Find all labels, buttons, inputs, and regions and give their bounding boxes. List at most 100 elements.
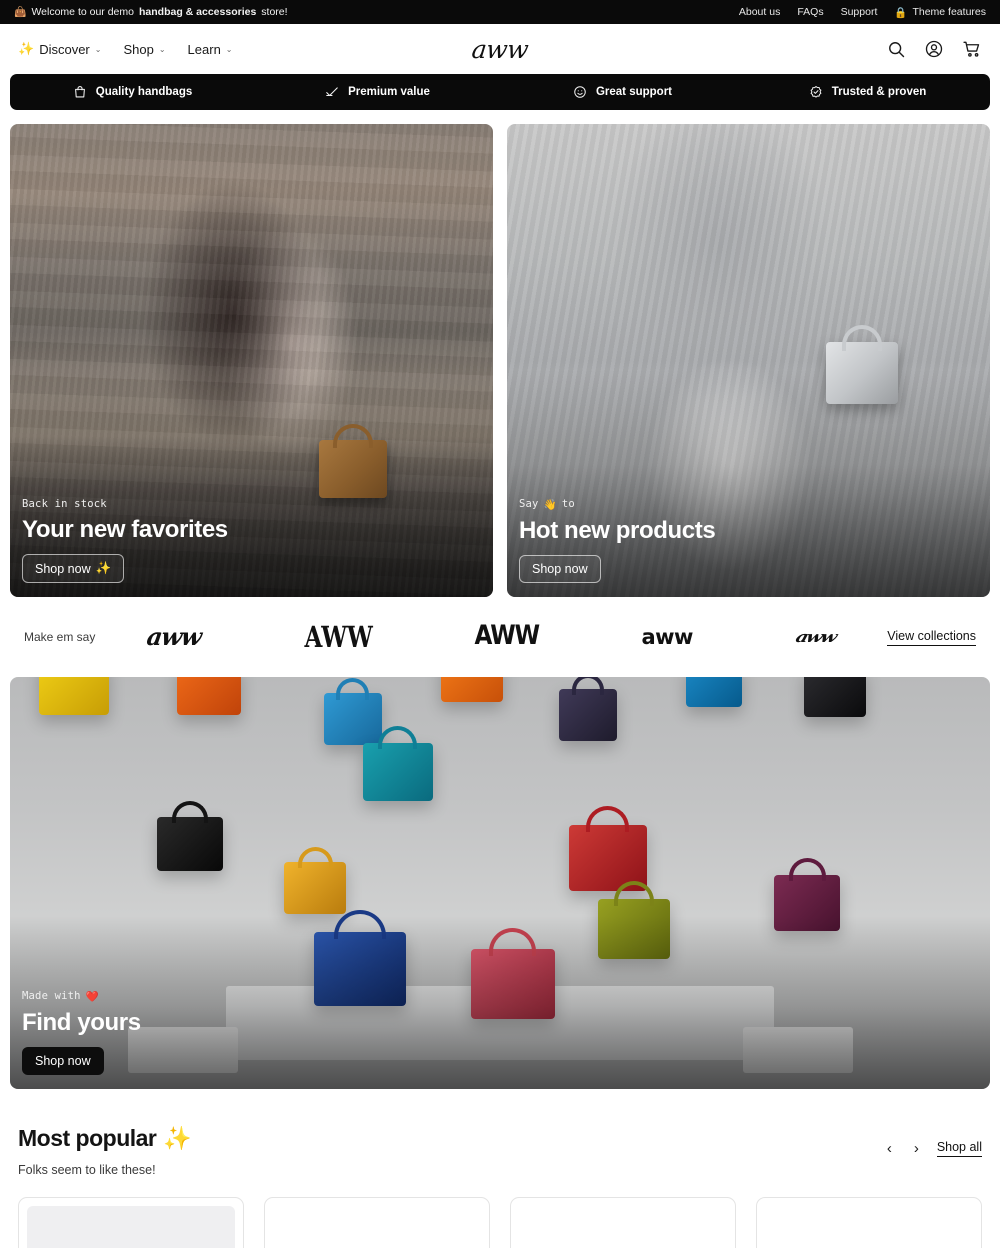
header-actions <box>886 39 982 59</box>
section-subtitle: Folks seem to like these! <box>18 1163 156 1177</box>
banner-title: Find yours <box>22 1008 141 1036</box>
nav-item-learn[interactable]: Learn ⌄ <box>188 42 233 57</box>
banner-content: Made with ❤️ Find yours Shop now <box>22 990 141 1075</box>
hero-cta-label: Shop now <box>532 562 588 576</box>
banner-gradient-overlay <box>10 677 990 1089</box>
heart-icon: ❤️ <box>85 990 99 1003</box>
feature-trusted-proven: Trusted & proven <box>745 85 990 99</box>
chevron-down-icon: ⌄ <box>225 45 233 54</box>
hero-title: Hot new products <box>519 516 716 544</box>
handbag-icon: 👜 <box>14 6 27 18</box>
carousel-controls: ‹ › Shop all <box>883 1125 982 1158</box>
banner-cta-label: Shop now <box>35 1054 91 1068</box>
announcement-links: About us FAQs Support 🔒 Theme features <box>739 6 986 19</box>
announcement-text-after: store! <box>261 6 288 18</box>
link-support[interactable]: Support <box>841 6 878 18</box>
hero-card-hot-new-products[interactable]: Say 👋 to Hot new products Shop now <box>507 124 990 597</box>
features-bar: Quality handbags Premium value Great sup… <box>10 74 990 110</box>
hero-eyebrow-pre: Say <box>519 498 539 511</box>
nav-label-shop: Shop <box>123 41 154 57</box>
marquee-wordmark: aww <box>794 627 839 646</box>
marquee-wordmark: AWW <box>304 620 373 654</box>
site-header: ✨ Discover ⌄ Shop ⌄ Learn ⌄ aww <box>0 24 1000 74</box>
most-popular-header: Most popular ✨ Folks seem to like these!… <box>0 1089 1000 1177</box>
marquee-wordmark: AWW <box>474 621 541 652</box>
most-popular-titles: Most popular ✨ Folks seem to like these! <box>18 1125 883 1177</box>
chevron-down-icon: ⌄ <box>158 45 166 54</box>
product-card[interactable] <box>756 1197 982 1248</box>
hero-card-your-new-favorites[interactable]: Back in stock Your new favorites Shop no… <box>10 124 493 597</box>
announcement-message: 👜 Welcome to our demo handbag & accessor… <box>14 6 288 18</box>
banner-section: Made with ❤️ Find yours Shop now <box>0 677 1000 1089</box>
link-faqs[interactable]: FAQs <box>797 6 823 18</box>
chevron-down-icon: ⌄ <box>94 45 102 54</box>
badge-check-icon <box>810 86 822 98</box>
hero-title: Your new favorites <box>22 515 228 543</box>
feature-premium-value: Premium value <box>255 85 500 99</box>
hero-eyebrow-post: to <box>561 498 575 511</box>
nav-label-learn: Learn <box>187 41 221 57</box>
product-card[interactable] <box>264 1197 490 1248</box>
marquee-wordmark: aww <box>145 622 204 651</box>
account-icon[interactable] <box>924 39 944 59</box>
product-image <box>519 1206 727 1248</box>
product-card[interactable] <box>510 1197 736 1248</box>
hero-shop-now-button[interactable]: Shop now ✨ <box>22 554 125 583</box>
shopping-bag-icon <box>74 86 85 98</box>
carousel-next-button[interactable]: › <box>910 1139 923 1158</box>
product-card[interactable] <box>18 1197 244 1248</box>
hero-cards-row: Back in stock Your new favorites Shop no… <box>0 110 1000 597</box>
marquee-label: Make em say <box>24 630 96 644</box>
main-navigation: ✨ Discover ⌄ Shop ⌄ Learn ⌄ <box>18 41 233 57</box>
silver-handbag-graphic <box>826 324 899 404</box>
announcement-text-bold: handbag & accessories <box>138 6 257 18</box>
nav-label-discover: Discover <box>39 41 90 57</box>
brown-handbag-graphic <box>318 423 387 498</box>
lock-icon: 🔒 <box>894 6 908 19</box>
feature-quality-handbags: Quality handbags <box>10 85 255 99</box>
announcement-bar: 👜 Welcome to our demo handbag & accessor… <box>0 0 1000 24</box>
product-image <box>273 1206 481 1248</box>
sparkles-icon: ✨ <box>95 561 112 575</box>
link-about-us[interactable]: About us <box>739 6 780 18</box>
banner-shop-now-button[interactable]: Shop now <box>22 1047 104 1075</box>
banner-eyebrow: Made with ❤️ <box>22 990 141 1003</box>
smiley-icon <box>574 86 586 98</box>
theme-features-label: Theme features <box>912 6 986 18</box>
nav-item-shop[interactable]: Shop ⌄ <box>123 42 165 57</box>
announcement-text-before: Welcome to our demo <box>31 6 134 18</box>
feature-label: Trusted & proven <box>831 86 927 98</box>
carousel-prev-button[interactable]: ‹ <box>883 1139 896 1158</box>
sparkles-icon: ✨ <box>163 1125 192 1151</box>
product-image <box>27 1206 235 1248</box>
banner-eyebrow-pre: Made with <box>22 990 81 1003</box>
product-image <box>765 1206 973 1248</box>
hero-card-content: Back in stock Your new favorites Shop no… <box>22 498 228 583</box>
hero-shop-now-button[interactable]: Shop now <box>519 555 601 583</box>
cart-icon[interactable] <box>962 39 982 59</box>
site-logo[interactable]: aww <box>428 35 571 64</box>
feature-label: Premium value <box>348 86 430 98</box>
nav-item-discover[interactable]: ✨ Discover ⌄ <box>18 41 101 57</box>
feature-great-support: Great support <box>500 85 745 99</box>
hero-eyebrow: Back in stock <box>22 498 228 510</box>
marquee-wordmark: aww <box>641 624 693 649</box>
waving-hand-icon: 👋 <box>543 498 557 511</box>
marquee-items: aww AWW AWW aww aww <box>95 620 887 654</box>
shop-all-link[interactable]: Shop all <box>936 1140 982 1157</box>
section-title-text: Most popular <box>18 1125 157 1151</box>
hero-card-content: Say 👋 to Hot new products Shop now <box>519 498 716 583</box>
banner-find-yours[interactable]: Made with ❤️ Find yours Shop now <box>10 677 990 1089</box>
feature-label: Great support <box>595 86 673 98</box>
hero-eyebrow: Say 👋 to <box>519 498 715 511</box>
feature-label: Quality handbags <box>95 86 193 98</box>
logo-marquee-band: Make em say aww AWW AWW aww aww View col… <box>0 597 1000 677</box>
sparkles-icon: ✨ <box>18 41 35 56</box>
hero-cta-label: Shop now <box>35 561 91 576</box>
hero-eyebrow-text: Back in stock <box>22 497 107 510</box>
view-collections-link[interactable]: View collections <box>887 629 976 646</box>
link-theme-features[interactable]: 🔒 Theme features <box>894 6 986 19</box>
check-icon <box>326 87 338 97</box>
product-carousel <box>0 1177 1000 1248</box>
search-icon[interactable] <box>886 39 906 59</box>
